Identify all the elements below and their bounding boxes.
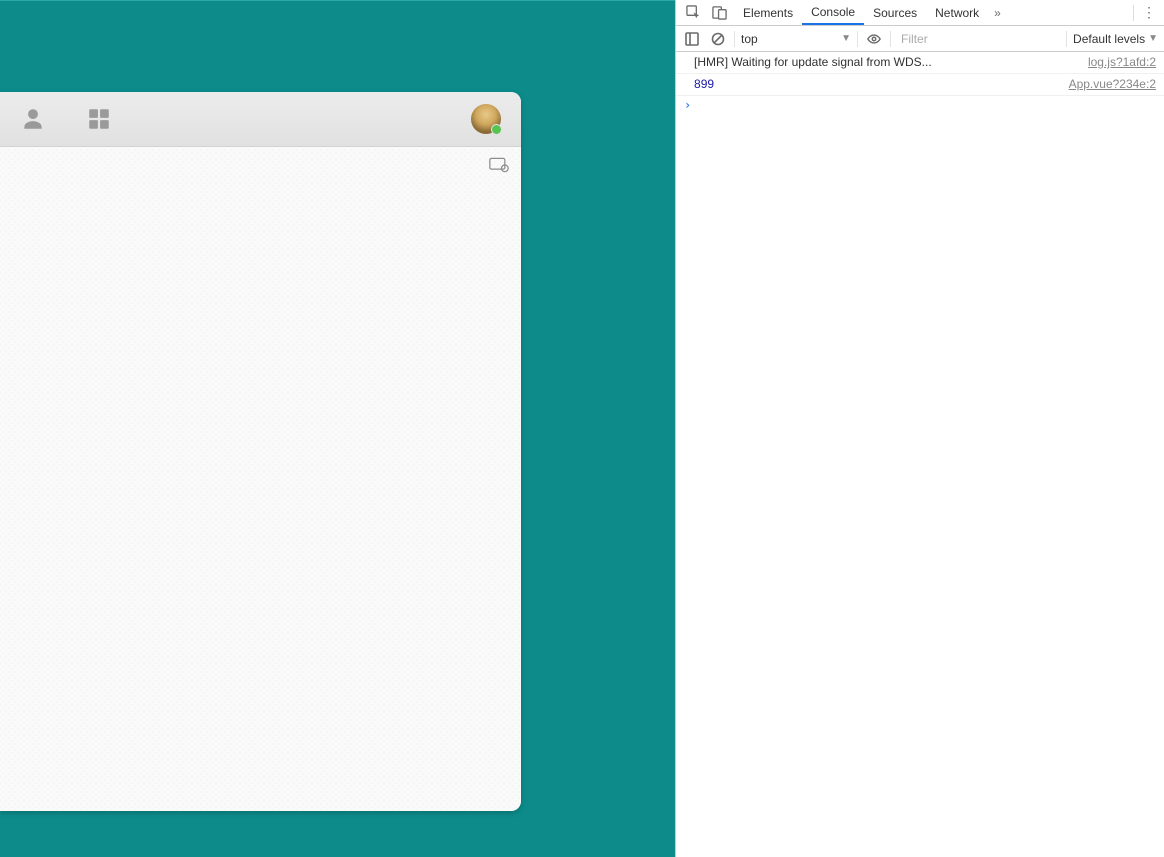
execution-context-label: top [741, 32, 758, 46]
inspect-element-icon[interactable] [682, 2, 704, 24]
console-log-message: [HMR] Waiting for update signal from WDS… [694, 54, 1076, 71]
console-log-source[interactable]: App.vue?234e:2 [1069, 76, 1156, 93]
tab-network[interactable]: Network [926, 0, 988, 25]
clear-console-icon[interactable] [708, 29, 728, 49]
app-viewport [0, 0, 675, 857]
app-body [0, 147, 521, 811]
person-icon[interactable] [20, 106, 46, 132]
console-output: [HMR] Waiting for update signal from WDS… [676, 52, 1164, 857]
console-log-row: 899 App.vue?234e:2 [676, 74, 1164, 96]
devtools-menu-icon[interactable]: ⋮ [1140, 4, 1158, 21]
toggle-device-icon[interactable] [708, 2, 730, 24]
console-log-source[interactable]: log.js?1afd:2 [1088, 54, 1156, 71]
devtools-tabbar: Elements Console Sources Network » ⋮ [676, 0, 1164, 26]
tab-elements[interactable]: Elements [734, 0, 802, 25]
log-levels-label: Default levels [1073, 32, 1145, 46]
tab-sources[interactable]: Sources [864, 0, 926, 25]
console-log-row: [HMR] Waiting for update signal from WDS… [676, 52, 1164, 74]
tab-console[interactable]: Console [802, 0, 864, 25]
console-log-message: 899 [694, 76, 1057, 93]
live-expression-icon[interactable] [864, 29, 884, 49]
device-icon[interactable] [489, 157, 509, 173]
presence-indicator [491, 124, 502, 135]
console-filter-input[interactable] [897, 30, 1060, 48]
app-card [0, 92, 521, 811]
grid-icon[interactable] [86, 106, 112, 132]
execution-context-select[interactable]: top ▼ [741, 32, 851, 46]
console-sidebar-toggle-icon[interactable] [682, 29, 702, 49]
chevron-down-icon: ▼ [1148, 33, 1158, 44]
log-levels-select[interactable]: Default levels ▼ [1073, 32, 1158, 46]
console-prompt[interactable]: › [676, 96, 1164, 114]
devtools-panel: Elements Console Sources Network » ⋮ top… [675, 0, 1164, 857]
app-header [0, 92, 521, 147]
user-avatar[interactable] [471, 104, 501, 134]
chevron-down-icon: ▼ [841, 33, 851, 44]
more-tabs-icon[interactable]: » [988, 6, 1007, 20]
console-toolbar: top ▼ Default levels ▼ [676, 26, 1164, 52]
